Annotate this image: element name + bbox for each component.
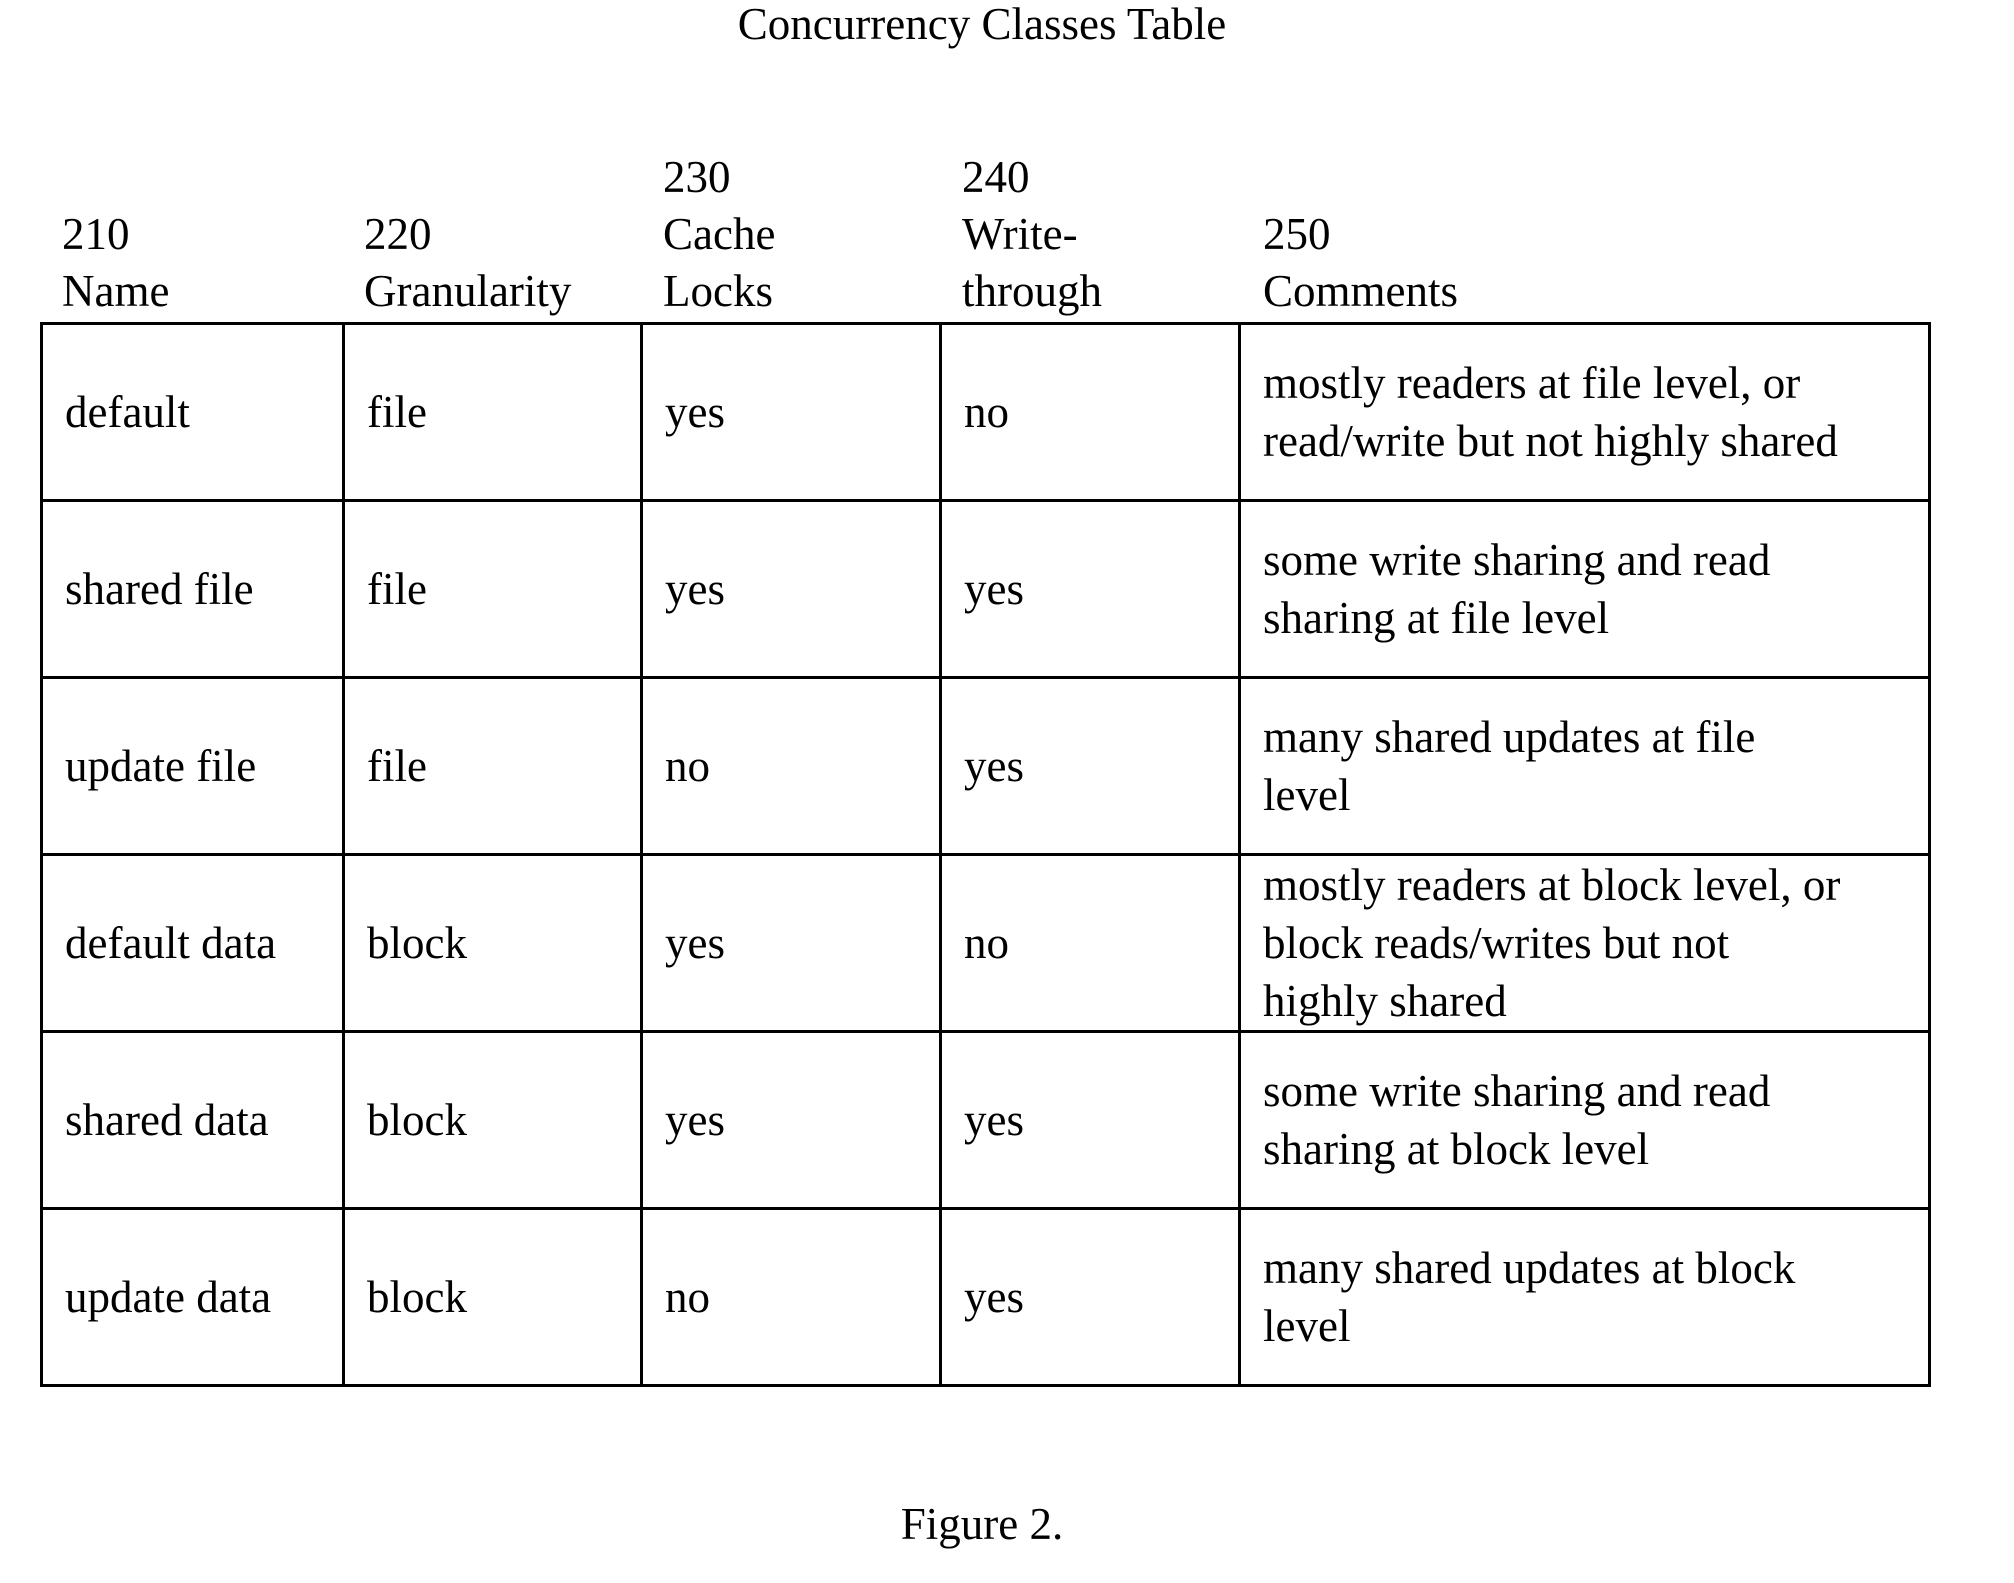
column-ref: 230 (663, 152, 731, 202)
column-label: Comments (1263, 266, 1459, 316)
comment-line: sharing at block level (1263, 1124, 1650, 1174)
column-label: Name (62, 266, 170, 316)
comment-line: many shared updates at file (1263, 712, 1756, 762)
cell-granularity: block (342, 1207, 643, 1387)
column-ref: 210 (62, 209, 130, 259)
cell-write-through: no (939, 853, 1241, 1033)
cell-name: shared data (40, 1030, 345, 1210)
cell-name: update data (40, 1207, 345, 1387)
figure-caption: Figure 2. (900, 1499, 1064, 1549)
cell-write-through: yes (939, 676, 1241, 856)
comment-line: mostly readers at block level, or (1263, 860, 1841, 910)
comment-line: block reads/writes but not (1263, 918, 1730, 968)
cell-cache-locks: yes (640, 853, 942, 1033)
concurrency-classes-table: default file yes no mostly readers at file l… (40, 322, 1931, 1387)
column-header-cache-locks: 230 Cache Locks (663, 150, 775, 320)
comment-line: sharing at file level (1263, 593, 1610, 643)
cell-name: default data (40, 853, 345, 1033)
column-ref: 220 (364, 209, 432, 259)
column-header-name: 210 Name (62, 150, 169, 320)
cell-comments: some write sharing and read sharing at fi… (1238, 499, 1931, 679)
cell-write-through: no (939, 322, 1241, 502)
cell-granularity: file (342, 676, 643, 856)
table-row: shared data block yes yes some write sharing… (40, 1030, 1931, 1210)
column-ref: 240 (962, 152, 1030, 202)
cell-cache-locks: yes (640, 499, 942, 679)
comment-line: level (1263, 1301, 1351, 1351)
column-header-write-through: 240 Write- through (962, 150, 1102, 320)
cell-granularity: file (342, 322, 643, 502)
comment-line: read/write but not highly shared (1263, 416, 1838, 466)
column-ref: 250 (1263, 209, 1331, 259)
cell-cache-locks: no (640, 1207, 942, 1387)
cell-name: shared file (40, 499, 345, 679)
cell-comments: mostly readers at file level, or read/wri… (1238, 322, 1931, 502)
comment-line: highly shared (1263, 976, 1507, 1026)
cell-granularity: block (342, 1030, 643, 1210)
cell-write-through: yes (939, 499, 1241, 679)
column-label: Locks (663, 266, 773, 316)
table-row: shared file file yes yes some write sharing … (40, 499, 1931, 679)
comment-line: some write sharing and read (1263, 1066, 1771, 1116)
table-row: update file file no yes many shared updates … (40, 676, 1931, 856)
cell-cache-locks: yes (640, 1030, 942, 1210)
cell-comments: many shared updates at file level (1238, 676, 1931, 856)
cell-comments: some write sharing and read sharing at bl… (1238, 1030, 1931, 1210)
cell-name: default (40, 322, 345, 502)
cell-granularity: file (342, 499, 643, 679)
column-label: Granularity (364, 266, 572, 316)
column-label: Write- (962, 209, 1078, 259)
cell-cache-locks: yes (640, 322, 942, 502)
cell-granularity: block (342, 853, 643, 1033)
table-row: update data block no yes many shared updates… (40, 1207, 1931, 1387)
column-label: Cache (663, 209, 776, 259)
table-row: default data block yes no mostly readers at … (40, 853, 1931, 1033)
comment-line: mostly readers at file level, or (1263, 358, 1801, 408)
column-label: through (962, 266, 1102, 316)
comment-line: some write sharing and read (1263, 535, 1771, 585)
column-header-granularity: 220 Granularity (364, 150, 571, 320)
cell-comments: many shared updates at block level (1238, 1207, 1931, 1387)
cell-cache-locks: no (640, 676, 942, 856)
table-title: Concurrency Classes Table (737, 0, 1227, 49)
comment-line: many shared updates at block (1263, 1243, 1796, 1293)
comment-line: level (1263, 770, 1351, 820)
cell-write-through: yes (939, 1030, 1241, 1210)
cell-write-through: yes (939, 1207, 1241, 1387)
table-row: default file yes no mostly readers at file l… (40, 322, 1931, 502)
cell-comments: mostly readers at block level, or block r… (1238, 853, 1931, 1033)
column-header-comments: 250 Comments (1263, 150, 1458, 320)
cell-name: update file (40, 676, 345, 856)
